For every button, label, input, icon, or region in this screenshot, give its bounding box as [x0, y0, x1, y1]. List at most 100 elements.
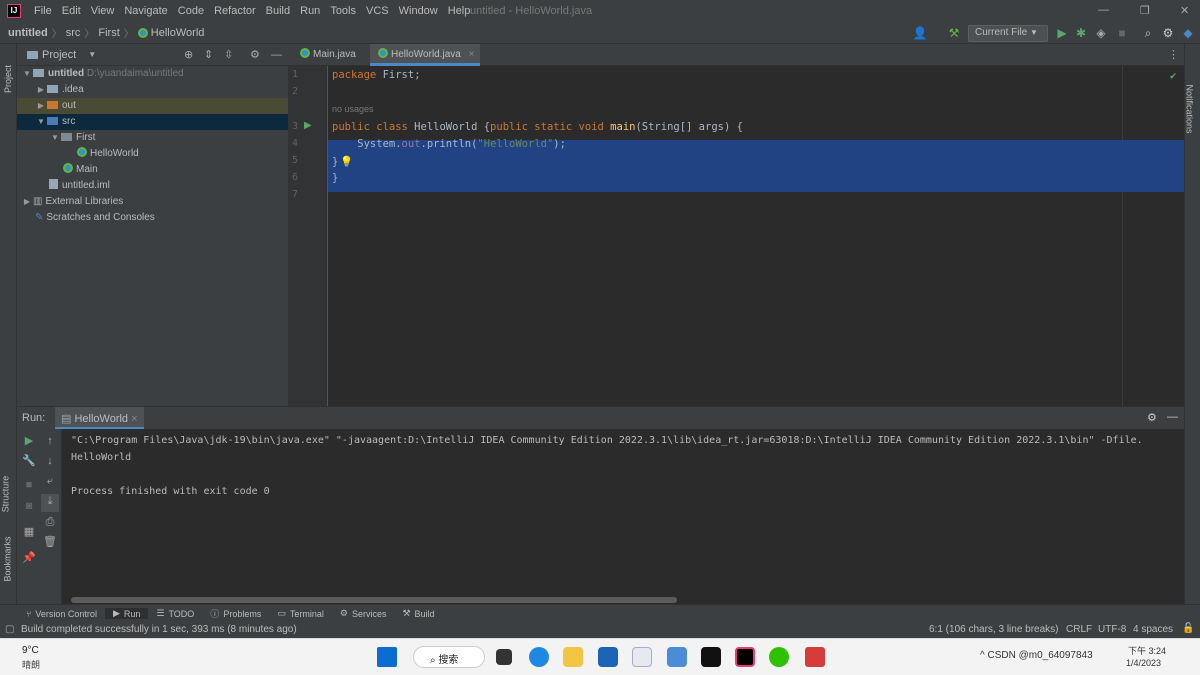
inspection-ok-icon[interactable]: ✔	[1170, 70, 1176, 82]
tree-item-iml[interactable]: untitled.iml	[17, 178, 288, 194]
tree-item-main[interactable]: Main	[17, 162, 288, 178]
gear-icon[interactable]: ⚙	[250, 48, 260, 61]
rerun-icon[interactable]: ▶	[22, 434, 36, 448]
tool-services[interactable]: ⚙ Services	[332, 608, 395, 619]
tool-todo[interactable]: ☰ TODO	[148, 608, 202, 619]
menu-navigate[interactable]: Navigate	[119, 5, 172, 17]
expand-all-icon[interactable]: ⇕	[204, 48, 213, 61]
close-icon[interactable]: ✕	[1180, 4, 1189, 17]
breadcrumb-package[interactable]: First	[94, 27, 123, 39]
tree-item-idea[interactable]: ▶ .idea	[17, 82, 288, 98]
pin-icon[interactable]: 📌	[22, 551, 36, 565]
hide-panel-icon[interactable]: —	[271, 49, 282, 61]
build-hammer-icon[interactable]: ⚒	[946, 25, 962, 41]
menu-vcs[interactable]: VCS	[361, 5, 394, 17]
lock-icon[interactable]: 🔓	[1182, 623, 1194, 634]
collapse-all-icon[interactable]: ⇳	[224, 48, 233, 61]
clock-date[interactable]: 1/4/2023	[1126, 658, 1161, 668]
file-encoding[interactable]: UTF-8	[1098, 624, 1126, 635]
system-tray[interactable]: ^ CSDN @m0_64097843	[980, 650, 1093, 661]
horizontal-scrollbar[interactable]	[71, 597, 677, 603]
run-gutter-icon[interactable]: ▶	[304, 120, 312, 131]
breadcrumb-project[interactable]: untitled	[0, 27, 52, 39]
tree-item-src[interactable]: ▼ src	[17, 114, 288, 130]
chevron-right-icon[interactable]: ▶	[35, 82, 47, 98]
tree-item-first[interactable]: ▼ First	[17, 130, 288, 146]
chevron-right-icon[interactable]: ▶	[21, 194, 33, 210]
camera-icon[interactable]: ◙	[22, 499, 36, 513]
print-icon[interactable]: ⎙	[43, 515, 57, 529]
scroll-down-icon[interactable]: ↓	[43, 454, 57, 468]
notepad-icon[interactable]	[667, 647, 687, 667]
chevron-down-icon[interactable]: ▼	[88, 50, 96, 59]
menu-file[interactable]: File	[29, 5, 57, 17]
windows-start-icon[interactable]	[377, 647, 397, 667]
gear-icon[interactable]: ⚙	[1160, 25, 1176, 41]
usage-hint[interactable]: no usages	[332, 104, 374, 114]
notifications-tool-label[interactable]: Notifications	[1185, 84, 1195, 133]
coverage-icon[interactable]: ◈	[1093, 25, 1109, 41]
caret-position[interactable]: 6:1 (106 chars, 3 line breaks)	[929, 624, 1059, 635]
trash-icon[interactable]: 🗑	[43, 535, 57, 549]
app-icon[interactable]	[632, 647, 652, 667]
wechat-icon[interactable]	[769, 647, 789, 667]
breadcrumb-src[interactable]: src	[62, 27, 85, 39]
edge-browser-icon[interactable]	[529, 647, 549, 667]
search-icon[interactable]: ⌕	[1140, 25, 1156, 41]
weather-temp[interactable]: 9°C	[22, 645, 39, 656]
tool-run[interactable]: ▶ Run	[104, 608, 149, 619]
chevron-down-icon[interactable]: ▼	[35, 114, 47, 130]
menu-refactor[interactable]: Refactor	[209, 5, 261, 17]
code-area[interactable]: package First; no usages public class He…	[328, 66, 1184, 406]
tree-item-out[interactable]: ▶ out	[17, 98, 288, 114]
taskbar-search[interactable]: ⌕ 搜索	[413, 646, 485, 668]
file-explorer-icon[interactable]	[563, 647, 583, 667]
terminal-icon[interactable]	[701, 647, 721, 667]
debug-icon[interactable]: ✱	[1073, 25, 1089, 41]
project-tool-label[interactable]: Project	[3, 65, 13, 93]
tab-main-java[interactable]: Main.java	[292, 44, 362, 66]
tool-build[interactable]: ⚒ Build	[394, 608, 442, 619]
breadcrumb-class[interactable]: HelloWorld	[151, 27, 209, 39]
run-tab-helloworld[interactable]: ▤ HelloWorld ×	[55, 407, 144, 429]
status-toggle-icon[interactable]: ▢	[5, 624, 14, 635]
bookmarks-tool-label[interactable]: Bookmarks	[3, 536, 13, 581]
layout-icon[interactable]: ▦	[22, 525, 36, 539]
project-view-title[interactable]: Project	[42, 49, 76, 61]
tree-item-untitled[interactable]: ▼ untitled D:\yuandaima\untitled	[17, 66, 288, 82]
wrench-icon[interactable]: 🔧	[22, 454, 36, 468]
clock-time[interactable]: 下午 3:24	[1128, 644, 1166, 657]
menu-build[interactable]: Build	[261, 5, 295, 17]
console-output[interactable]: "C:\Program Files\Java\jdk-19\bin\java.e…	[71, 432, 1181, 500]
stop-icon[interactable]: ■	[22, 478, 36, 492]
more-tabs-icon[interactable]: ⋮	[1168, 48, 1179, 61]
lightbulb-icon[interactable]: 💡	[340, 156, 353, 168]
scroll-to-end-icon[interactable]: ⤓	[41, 494, 59, 512]
status-message[interactable]: Build completed successfully in 1 sec, 3…	[21, 624, 297, 635]
close-tab-icon[interactable]: ×	[469, 49, 475, 60]
menu-tools[interactable]: Tools	[325, 5, 361, 17]
tool-problems[interactable]: ⓘ Problems	[202, 607, 269, 620]
snipping-tool-icon[interactable]	[805, 647, 825, 667]
chevron-right-icon[interactable]: ▶	[35, 98, 47, 114]
line-separator[interactable]: CRLF	[1066, 624, 1092, 635]
store-icon[interactable]	[598, 647, 618, 667]
stop-icon[interactable]: ■	[1114, 25, 1130, 41]
intellij-taskbar-icon[interactable]	[735, 647, 755, 667]
close-tab-icon[interactable]: ×	[131, 413, 137, 425]
tree-item-external-libraries[interactable]: ▶ ▥ External Libraries	[17, 194, 288, 210]
structure-tool-label[interactable]: Structure	[0, 476, 10, 513]
task-view-icon[interactable]	[496, 649, 512, 665]
run-config-select[interactable]: Current File ▼	[968, 25, 1048, 42]
chevron-down-icon[interactable]: ▼	[21, 66, 33, 82]
user-icon[interactable]: 👤	[912, 25, 928, 41]
tab-helloworld-java[interactable]: HelloWorld.java ×	[370, 44, 481, 66]
weather-text[interactable]: 晴朗	[22, 658, 40, 671]
tool-version-control[interactable]: ⑂ Version Control	[0, 609, 105, 619]
tool-terminal[interactable]: ▭ Terminal	[269, 608, 332, 619]
menu-run[interactable]: Run	[295, 5, 325, 17]
run-icon[interactable]: ▶	[1054, 25, 1070, 41]
scroll-up-icon[interactable]: ↑	[43, 434, 57, 448]
update-icon[interactable]: ◆	[1180, 25, 1196, 41]
menu-code[interactable]: Code	[173, 5, 209, 17]
